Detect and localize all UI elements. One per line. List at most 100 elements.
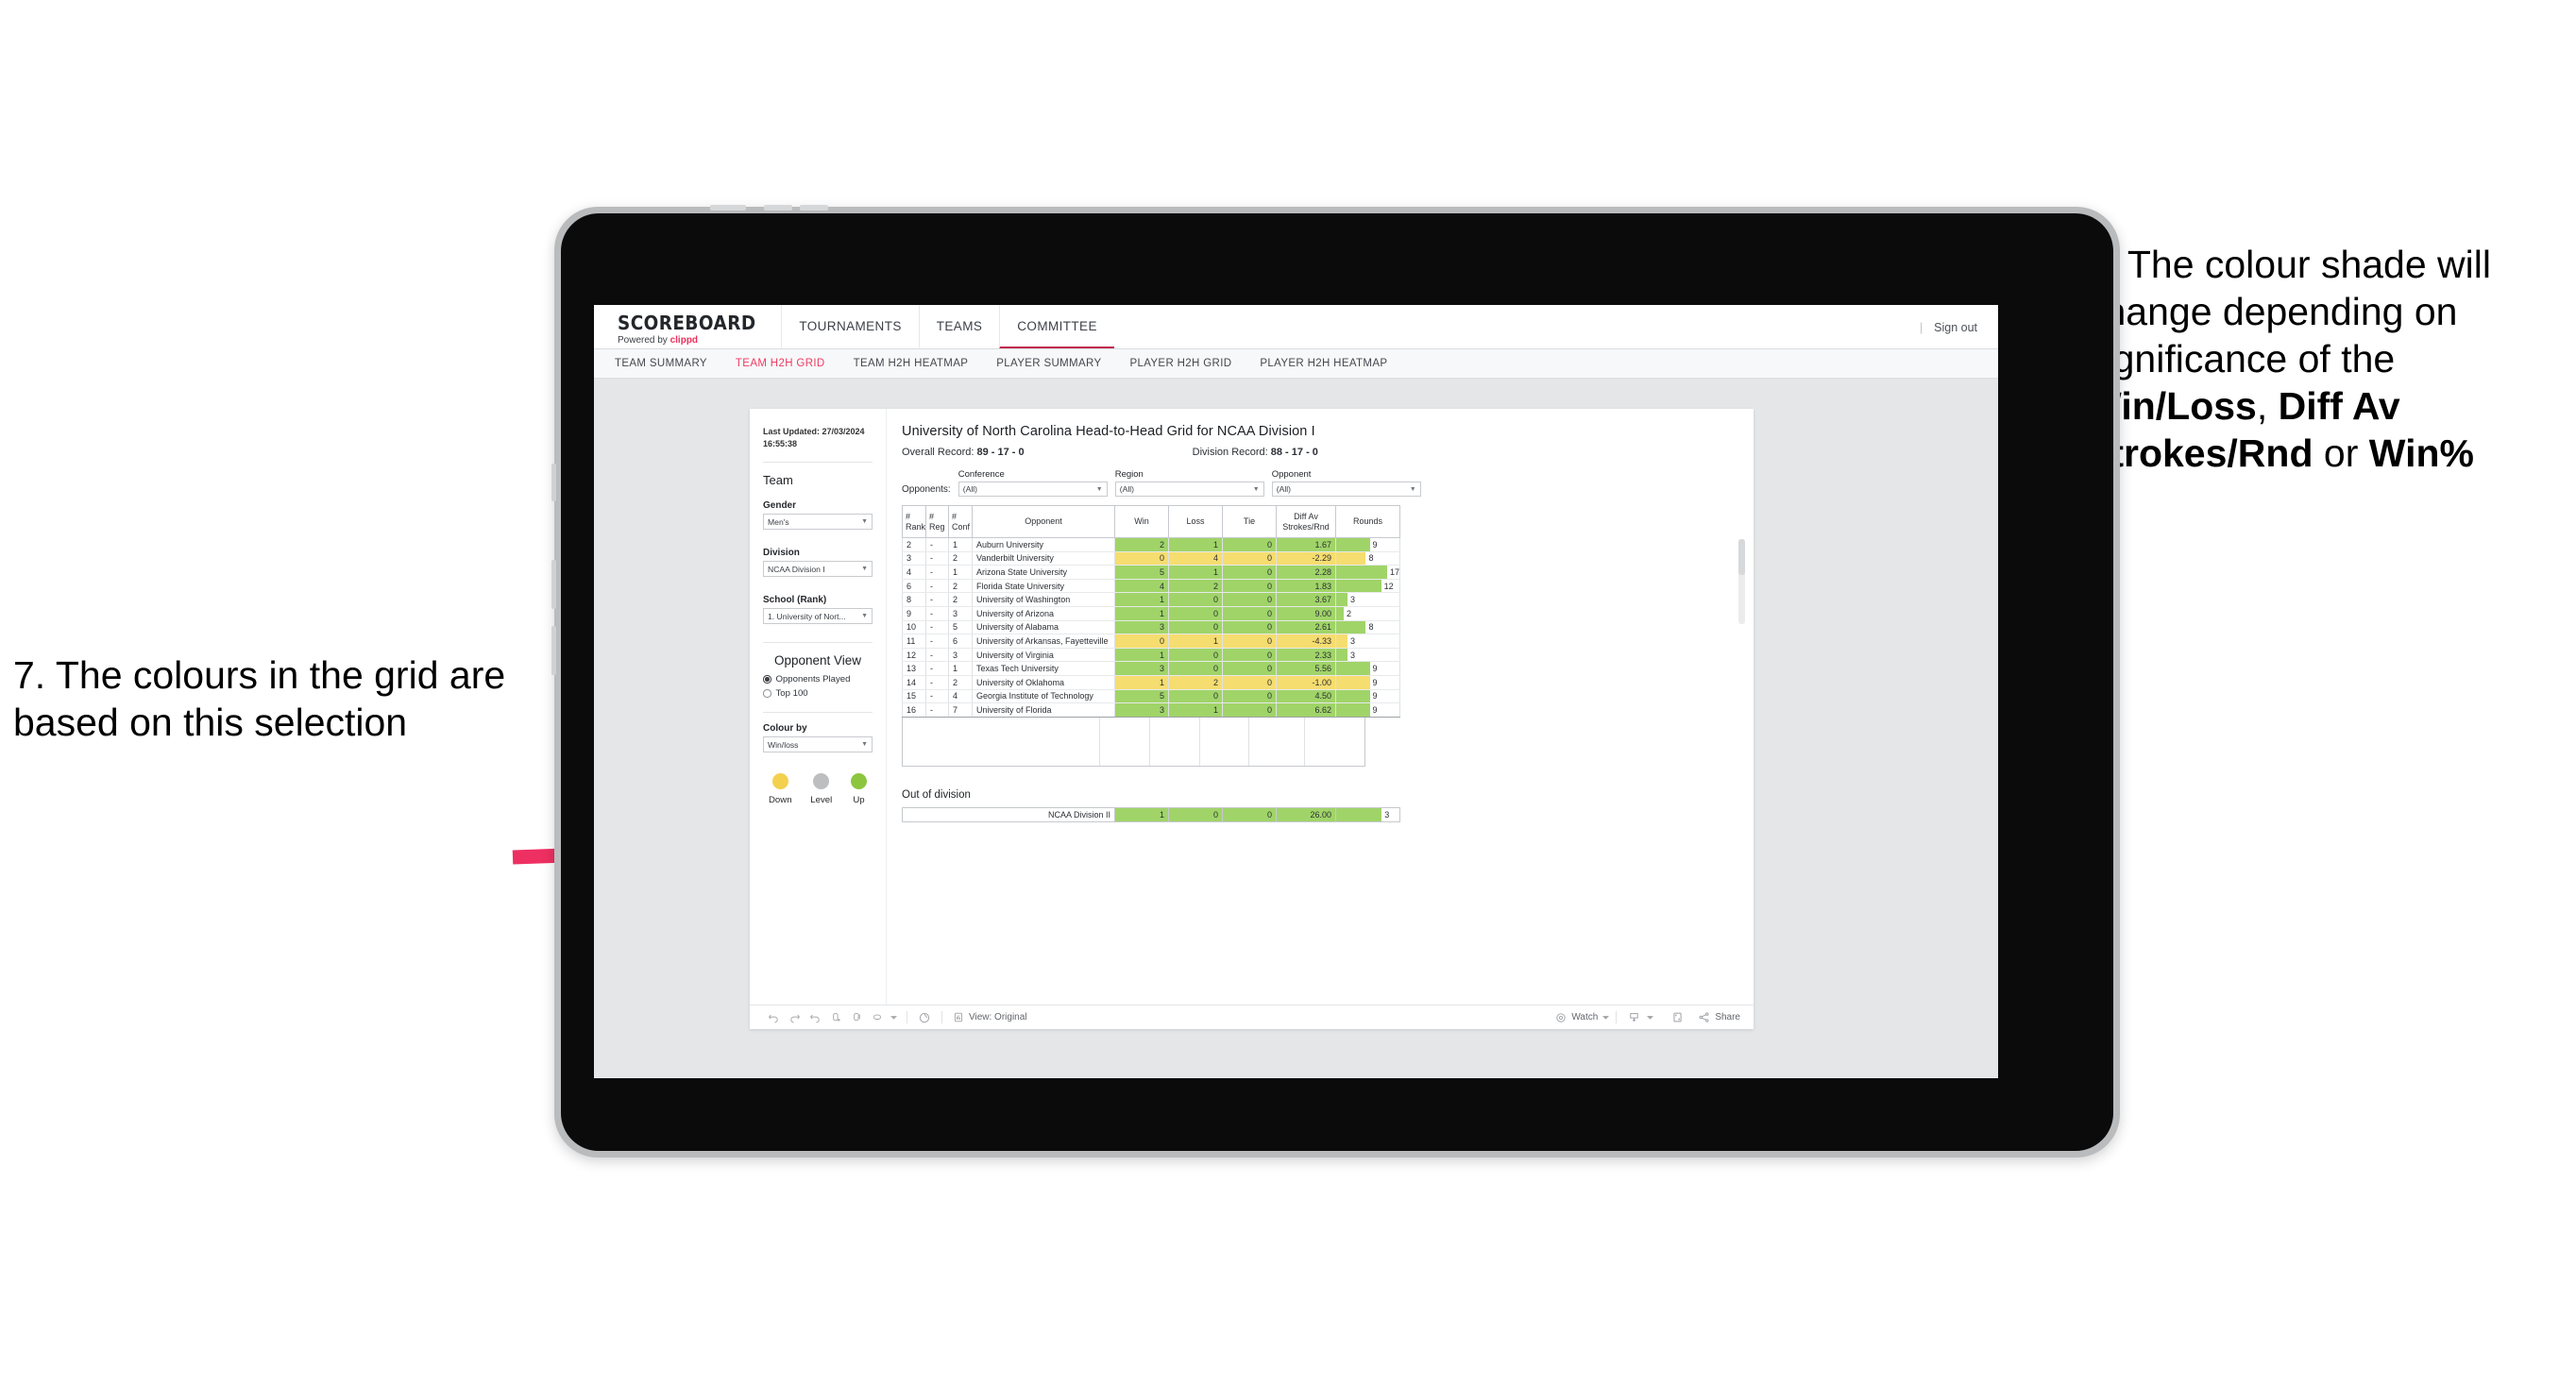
table-row[interactable]: 9-3 University of Arizona 1 0 0 9.00 2 (902, 606, 1400, 621)
h2h-grid-head: # Rank # Reg # Conf Opponent Win Loss Tie D… (902, 505, 1400, 538)
subnav-item-team-h2h-grid[interactable]: TEAM H2H GRID (736, 358, 825, 369)
sign-out-link[interactable]: Sign out (1934, 321, 1977, 334)
topnav-item-tournaments[interactable]: TOURNAMENTS (781, 305, 918, 349)
chevron-down-icon[interactable] (888, 1009, 900, 1026)
cell-win: 0 (1114, 634, 1169, 649)
col-rounds[interactable]: Rounds (1335, 505, 1400, 538)
radio-icon-unselected (763, 689, 771, 698)
cell-loss: 1 (1168, 565, 1223, 580)
watch-icon (1556, 1012, 1566, 1023)
cell-reg: - (925, 675, 949, 690)
cell-win: 1 (1114, 592, 1169, 607)
cell-rounds: 12 (1335, 579, 1400, 594)
side-button-3[interactable] (551, 626, 556, 675)
col-tie[interactable]: Tie (1222, 505, 1277, 538)
subnav-item-player-h2h-heatmap[interactable]: PLAYER H2H HEATMAP (1260, 358, 1387, 369)
side-button-1[interactable] (551, 464, 556, 501)
cell-diff: 9.00 (1276, 606, 1336, 621)
topnav-right-group: | Sign out (1920, 305, 1998, 349)
cell-opponent: Florida State University (972, 579, 1115, 594)
cell-reg: - (925, 661, 949, 676)
conference-select[interactable]: (All) ▼ (958, 482, 1108, 497)
table-row[interactable]: 10-5 University of Alabama 3 0 0 2.61 8 (902, 620, 1400, 635)
col-loss[interactable]: Loss (1168, 505, 1223, 538)
division-select[interactable]: NCAA Division I ▼ (763, 561, 873, 578)
power-button[interactable] (710, 205, 746, 211)
download-icon[interactable] (1623, 1009, 1644, 1026)
redo-icon[interactable] (784, 1009, 805, 1026)
legend-item-level: Level (810, 773, 832, 805)
share-button[interactable]: Share (1698, 1011, 1740, 1023)
table-row[interactable]: 3-2 Vanderbilt University 0 4 0 -2.29 8 (902, 551, 1400, 566)
watch-button[interactable]: Watch (1555, 1012, 1610, 1023)
col-opponent[interactable]: Opponent (972, 505, 1115, 538)
subnav-item-team-h2h-heatmap[interactable]: TEAM H2H HEATMAP (854, 358, 969, 369)
out-of-division-row[interactable]: NCAA Division II 1 0 0 26.00 3 (902, 806, 1400, 822)
brand-title: SCOREBOARD (618, 311, 756, 334)
cell-diff: 4.50 (1276, 689, 1336, 704)
radio-top-100[interactable]: Top 100 (763, 688, 873, 699)
h2h-grid-header-row: # Rank # Reg # Conf Opponent Win Loss Tie D… (902, 505, 1400, 538)
cell-opponent: University of Arizona (972, 606, 1115, 621)
sub-navigation-bar: TEAM SUMMARY TEAM H2H GRID TEAM H2H HEAT… (594, 349, 1998, 379)
opponent-select[interactable]: (All) ▼ (1271, 482, 1421, 497)
cell-win: 2 (1114, 537, 1169, 552)
table-row[interactable]: 16-7 University of Florida 3 1 0 6.62 9 (902, 702, 1400, 718)
col-rank[interactable]: # Rank (902, 505, 926, 538)
pause-auto-update-icon[interactable] (846, 1009, 867, 1026)
grid-scrollbar[interactable] (1738, 539, 1745, 624)
cell-opponent: Georgia Institute of Technology (972, 689, 1115, 704)
cell-tie: 0 (1222, 537, 1277, 552)
region-label: Region (1114, 469, 1144, 480)
gender-select[interactable]: Men's ▼ (763, 514, 873, 531)
col-reg[interactable]: # Reg (925, 505, 949, 538)
revert-icon[interactable] (805, 1009, 825, 1026)
volume-up-button[interactable] (764, 205, 792, 211)
cell-tie: 0 (1222, 634, 1277, 649)
undo-icon[interactable] (763, 1009, 784, 1026)
volume-down-button[interactable] (800, 205, 828, 211)
fullscreen-icon[interactable] (1667, 1009, 1687, 1026)
chevron-down-icon[interactable] (1644, 1009, 1656, 1026)
colour-by-select[interactable]: Win/loss ▼ (763, 736, 873, 753)
clear-sheet-icon[interactable] (914, 1009, 935, 1026)
division-label: Division (763, 548, 800, 559)
school-rank-select[interactable]: 1. University of Nort... ▼ (763, 608, 873, 625)
table-row[interactable]: 11-6 University of Arkansas, Fayetteville… (902, 634, 1400, 649)
col-conf-hash: # (952, 511, 958, 521)
table-row[interactable]: 4-1 Arizona State University 5 1 0 2.28 17 (902, 565, 1400, 580)
cell-rounds: 9 (1335, 537, 1400, 552)
chevron-down-icon: ▼ (861, 613, 868, 620)
table-row[interactable]: 8-2 University of Washington 1 0 0 3.67 3 (902, 592, 1400, 607)
cell-win: 1 (1114, 648, 1169, 663)
toolbar-right-group: Watch Share (1555, 1009, 1740, 1026)
cell-rounds: 9 (1335, 702, 1400, 718)
table-row[interactable]: 15-4 Georgia Institute of Technology 5 0 0 4.… (902, 689, 1400, 704)
col-conf[interactable]: # Conf (948, 505, 973, 538)
table-row[interactable]: 12-3 University of Virginia 1 0 0 2.33 3 (902, 648, 1400, 663)
table-row[interactable]: 2-1 Auburn University 2 1 0 1.67 9 (902, 537, 1400, 552)
view-original-button[interactable]: View: Original (953, 1011, 1027, 1023)
col-reg-hash: # (929, 511, 935, 521)
subnav-item-player-summary[interactable]: PLAYER SUMMARY (996, 358, 1101, 369)
cell-opponent: University of Oklahoma (972, 675, 1115, 690)
radio-opponents-played[interactable]: Opponents Played (763, 674, 873, 685)
subnav-item-player-h2h-grid[interactable]: PLAYER H2H GRID (1129, 358, 1231, 369)
table-row[interactable]: 6-2 Florida State University 4 2 0 1.83 12 (902, 579, 1400, 594)
region-select[interactable]: (All) ▼ (1114, 482, 1264, 497)
last-updated-line1: Last Updated: 27/03/2024 (763, 427, 865, 436)
cell-diff: 1.83 (1276, 579, 1336, 594)
side-button-2[interactable] (551, 560, 556, 609)
table-row[interactable]: 14-2 University of Oklahoma 1 2 0 -1.00 9 (902, 675, 1400, 690)
topnav-item-teams[interactable]: TEAMS (918, 305, 1000, 349)
division-record-value: 88 - 17 - 0 (1270, 447, 1318, 458)
refresh-icon[interactable] (825, 1009, 846, 1026)
table-row[interactable]: 13-1 Texas Tech University 3 0 0 5.56 9 (902, 661, 1400, 676)
col-diff-av-strokes[interactable]: Diff Av Strokes/Rnd (1276, 505, 1336, 538)
cell-loss: 0 (1168, 592, 1223, 607)
brand-logo[interactable]: SCOREBOARD Powered by clippd (594, 305, 781, 349)
presentation-mode-icon[interactable] (867, 1009, 888, 1026)
subnav-item-team-summary[interactable]: TEAM SUMMARY (615, 358, 707, 369)
topnav-item-committee[interactable]: COMMITTEE (999, 305, 1114, 349)
col-win[interactable]: Win (1114, 505, 1169, 538)
